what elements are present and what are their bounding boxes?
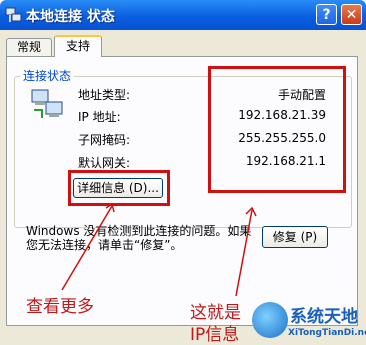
watermark-logo-icon <box>252 302 288 338</box>
watermark-sub: XiTongTianDi.net <box>288 328 366 338</box>
annotation-ip-info-line2: IP信息 <box>190 325 240 345</box>
site-watermark: 系统天地 XiTongTianDi.net <box>252 302 366 345</box>
watermark-main: 系统天地 <box>290 307 358 327</box>
tab-support[interactable]: 支持 <box>54 35 102 57</box>
arrow-to-details <box>61 205 113 291</box>
annotation-see-more: 查看更多 <box>26 297 94 317</box>
arrow-to-ip-info <box>235 209 253 297</box>
